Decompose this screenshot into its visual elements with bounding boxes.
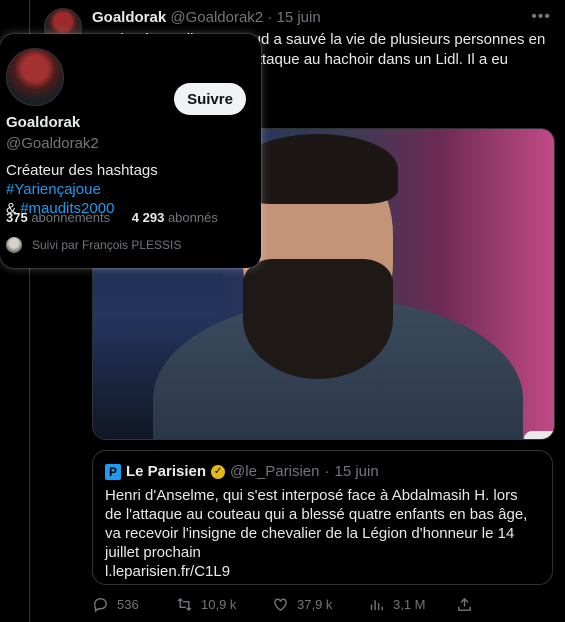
followers-label: abonnés (167, 210, 218, 225)
bio-text: Créateur des hashtags (6, 162, 158, 179)
tweet-header: Goaldorak @Goaldorak2 · 15 juin (92, 9, 321, 26)
media-badge (524, 431, 554, 439)
share-button[interactable] (456, 596, 473, 613)
card-handle[interactable]: @Goaldorak2 (6, 135, 99, 152)
card-avatar[interactable] (6, 48, 64, 106)
author-handle[interactable]: @Goaldorak2 (170, 9, 263, 26)
following-count: 375 (6, 210, 28, 225)
quote-separator: · (324, 463, 330, 480)
quote-source-name[interactable]: Le Parisien (126, 463, 206, 480)
quote-text: Henri d'Anselme, qui s'est interposé fac… (105, 487, 528, 561)
verified-badge-icon: ✓ (211, 464, 226, 479)
following-label: abonnements (31, 210, 111, 225)
share-icon (458, 597, 471, 611)
like-button[interactable]: 37,9 k (272, 596, 332, 613)
quoted-tweet[interactable]: P Le Parisien ✓ @le_Parisien · 15 juin H… (92, 450, 553, 585)
person-hair (238, 134, 398, 204)
followers-count: 4 293 (131, 210, 165, 225)
more-horizontal-icon[interactable]: ••• (531, 8, 551, 26)
card-name[interactable]: Goaldorak (6, 114, 80, 131)
reply-button[interactable]: 536 (92, 596, 139, 613)
tweet-actions: 536 10,9 k 37,9 k 3,1 M (92, 596, 553, 616)
card-stats: 375 abonnements 4 293 abonnés (6, 210, 218, 225)
followed-by-text: Suivi par François PLESSIS (32, 238, 182, 252)
views-button[interactable]: 3,1 M (368, 596, 426, 613)
follow-button[interactable]: Suivre (174, 83, 246, 115)
quote-source-handle[interactable]: @le_Parisien (230, 463, 319, 480)
quote-body: Henri d'Anselme, qui s'est interposé fac… (105, 486, 535, 581)
followers-link[interactable]: 4 293 abonnés (132, 210, 218, 225)
repost-icon (177, 597, 192, 612)
followed-by[interactable]: Suivi par François PLESSIS (6, 237, 181, 253)
following-link[interactable]: 375 abonnements (6, 210, 110, 225)
like-count: 37,9 k (297, 597, 333, 612)
reply-count: 536 (117, 597, 139, 612)
views-count: 3,1 M (393, 597, 426, 612)
tweet-date[interactable]: 15 juin (276, 9, 320, 26)
author-name[interactable]: Goaldorak (92, 9, 166, 26)
person-beard (243, 259, 393, 379)
bio-hashtag-1[interactable]: #Yariençajoue (6, 181, 101, 198)
repost-button[interactable]: 10,9 k (176, 596, 236, 613)
views-chart-icon (370, 600, 383, 611)
profile-hover-card: Suivre Goaldorak @Goaldorak2 Créateur de… (0, 34, 261, 268)
quote-date[interactable]: 15 juin (334, 463, 378, 480)
heart-icon (274, 598, 287, 612)
quote-header: P Le Parisien ✓ @le_Parisien · 15 juin (105, 463, 379, 480)
follower-avatar (6, 237, 22, 253)
quote-link[interactable]: l.leparisien.fr/C1L9 (105, 563, 230, 580)
repost-count: 10,9 k (201, 597, 237, 612)
le-parisien-logo-icon: P (105, 463, 121, 480)
reply-icon (94, 598, 107, 613)
header-separator: · (267, 9, 273, 26)
